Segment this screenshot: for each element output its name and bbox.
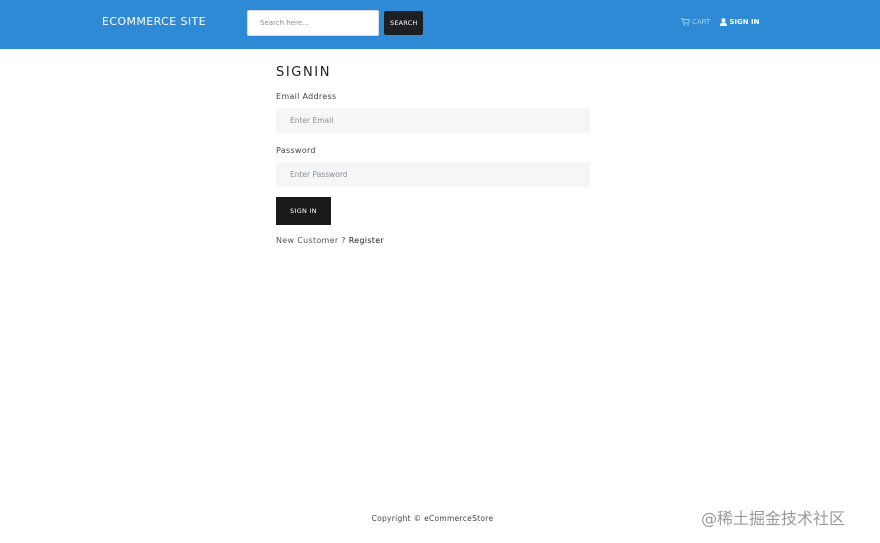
email-field[interactable] (276, 108, 590, 133)
register-prompt: New Customer ? Register (276, 236, 590, 246)
register-link[interactable]: Register (349, 236, 384, 245)
password-label: Password (276, 146, 316, 155)
page-title: SIGNIN (276, 65, 332, 80)
nav-signin-link[interactable]: SIGN IN (720, 18, 759, 26)
navbar: ECOMMERCE SITE SEARCH CART SIGN IN (0, 0, 880, 49)
search-input[interactable] (247, 10, 379, 36)
brand-logo-text[interactable]: ECOMMERCE SITE (102, 15, 206, 28)
watermark: @稀土掘金技术社区 (701, 509, 846, 528)
search-button[interactable]: SEARCH (384, 11, 423, 35)
nav-links: CART SIGN IN (681, 18, 759, 26)
search-form: SEARCH (247, 10, 423, 36)
nav-signin-label: SIGN IN (729, 18, 760, 26)
cart-icon (681, 18, 690, 26)
email-label: Email Address (276, 92, 337, 101)
register-prompt-text: New Customer ? (276, 236, 349, 245)
user-icon (720, 18, 728, 26)
signin-form: SIGNIN Email Address Password SIGN IN Ne… (276, 64, 590, 246)
nav-cart-label: CART (692, 18, 711, 26)
nav-cart-link[interactable]: CART (681, 18, 710, 26)
signin-submit-button[interactable]: SIGN IN (276, 197, 331, 225)
password-field[interactable] (276, 162, 590, 187)
